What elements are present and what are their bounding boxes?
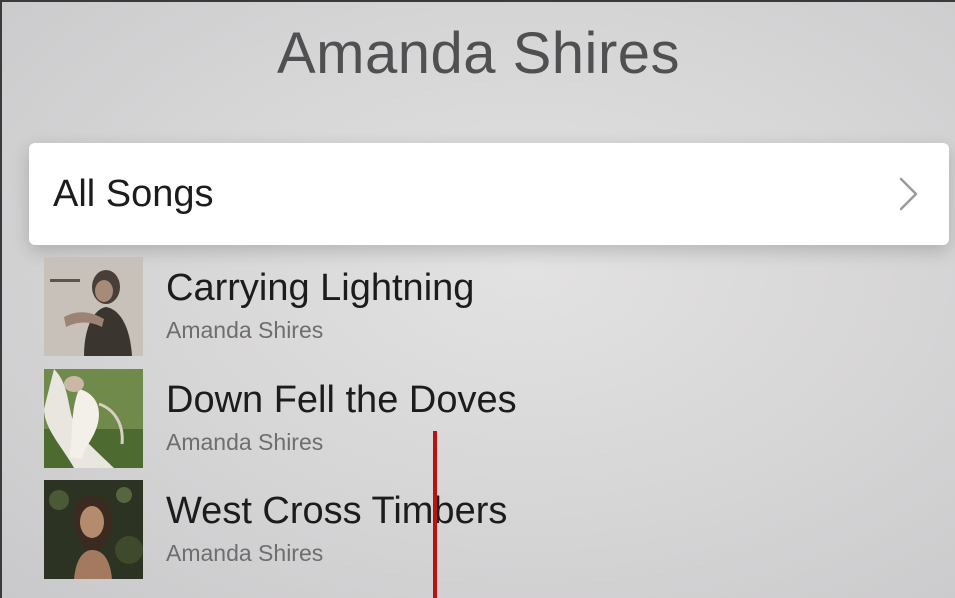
song-row-down-fell-the-doves[interactable]: Down Fell the Doves Amanda Shires (44, 369, 924, 469)
song-row-west-cross-timbers[interactable]: West Cross Timbers Amanda Shires (44, 480, 924, 580)
song-artist: Amanda Shires (166, 540, 324, 566)
song-artist: Amanda Shires (166, 317, 324, 343)
page-title: Amanda Shires (276, 21, 681, 86)
all-songs-label: All Songs (53, 173, 214, 215)
all-songs-button[interactable]: All Songs (29, 143, 949, 245)
album-art-icon (44, 369, 143, 468)
song-artist: Amanda Shires (166, 429, 324, 455)
song-row-carrying-lightning[interactable]: Carrying Lightning Amanda Shires (44, 257, 924, 357)
chevron-right-icon (889, 175, 927, 213)
red-indicator-line (433, 431, 437, 598)
album-art-icon (44, 257, 143, 356)
song-title: West Cross Timbers (166, 490, 508, 532)
album-art-icon (44, 480, 143, 579)
song-title: Down Fell the Doves (166, 379, 517, 421)
screen: Amanda Shires All Songs Carrying Lightni… (0, 0, 955, 598)
song-title: Carrying Lightning (166, 267, 475, 309)
